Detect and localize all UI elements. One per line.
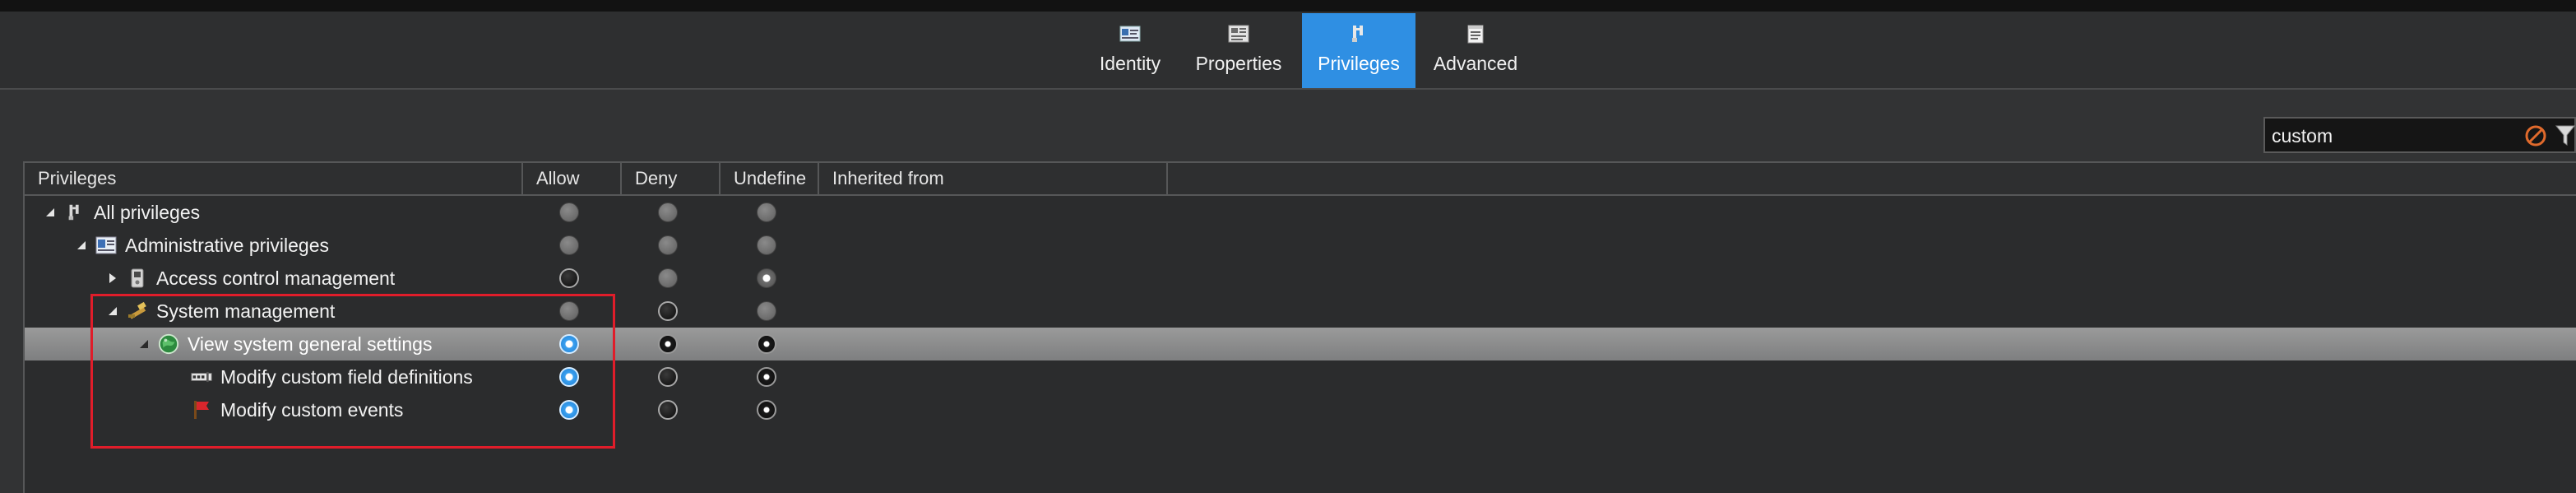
deny-radio[interactable] bbox=[658, 367, 678, 387]
clear-icon[interactable] bbox=[2523, 123, 2548, 148]
privilege-row-administrative-privileges[interactable]: Administrative privileges bbox=[25, 229, 2576, 262]
allow-radio[interactable] bbox=[559, 301, 579, 321]
column-header-privileges[interactable]: Privileges bbox=[25, 163, 523, 194]
privilege-row-view-system-general-settings[interactable]: View system general settings bbox=[25, 328, 2576, 360]
search-input[interactable] bbox=[2270, 122, 2520, 150]
column-header-allow[interactable]: Allow bbox=[523, 163, 622, 194]
privileges-grid: Privileges Allow Deny Undefine Inherited… bbox=[23, 161, 2576, 493]
privilege-label: View system general settings bbox=[188, 333, 433, 355]
expanded-arrow-icon[interactable] bbox=[105, 304, 120, 319]
flag-icon bbox=[191, 399, 212, 421]
undefined-radio[interactable] bbox=[757, 334, 776, 354]
allow-radio[interactable] bbox=[559, 400, 579, 420]
allow-radio[interactable] bbox=[559, 334, 579, 354]
privilege-row-all-privileges[interactable]: All privileges bbox=[25, 196, 2576, 229]
search-box bbox=[2263, 117, 2576, 153]
collapsed-arrow-icon[interactable] bbox=[105, 271, 120, 286]
globe-icon bbox=[158, 333, 179, 355]
deny-radio[interactable] bbox=[658, 202, 678, 222]
privilege-row-access-control-management[interactable]: Access control management bbox=[25, 262, 2576, 295]
tab-advanced[interactable]: Advanced bbox=[1425, 13, 1527, 88]
field-icon bbox=[191, 366, 212, 388]
admin-icon bbox=[95, 235, 117, 256]
tab-properties[interactable]: Properties bbox=[1184, 13, 1293, 88]
undefined-radio[interactable] bbox=[757, 202, 776, 222]
expanded-arrow-icon[interactable] bbox=[43, 205, 58, 220]
privilege-label: All privileges bbox=[94, 201, 201, 223]
allow-radio[interactable] bbox=[559, 268, 579, 288]
tab-label: Privileges bbox=[1318, 53, 1400, 74]
grid-header: Privileges Allow Deny Undefine Inherited… bbox=[25, 163, 2576, 196]
deny-radio[interactable] bbox=[658, 334, 678, 354]
column-header-deny[interactable]: Deny bbox=[622, 163, 720, 194]
properties-icon bbox=[1228, 25, 1249, 43]
window-top-strip bbox=[0, 0, 2576, 12]
allow-radio[interactable] bbox=[559, 367, 579, 387]
privilege-label: Modify custom field definitions bbox=[220, 365, 473, 388]
privilege-row-system-management[interactable]: System management bbox=[25, 295, 2576, 328]
tab-label: Identity bbox=[1099, 53, 1161, 74]
deny-radio[interactable] bbox=[658, 301, 678, 321]
deny-radio[interactable] bbox=[658, 268, 678, 288]
expanded-arrow-icon[interactable] bbox=[137, 337, 151, 351]
device-icon bbox=[127, 267, 148, 289]
deny-radio[interactable] bbox=[658, 400, 678, 420]
tab-identity[interactable]: Identity bbox=[1089, 13, 1171, 88]
privilege-row-modify-custom-field-definitions[interactable]: Modify custom field definitions bbox=[25, 360, 2576, 393]
tab-label: Advanced bbox=[1433, 53, 1518, 74]
tab-privileges[interactable]: Privileges bbox=[1302, 13, 1415, 88]
privilege-label: Modify custom events bbox=[220, 398, 404, 421]
tab-label: Properties bbox=[1195, 53, 1282, 74]
column-header-undefined[interactable]: Undefine bbox=[720, 163, 819, 194]
privileges-icon bbox=[64, 202, 86, 223]
deny-radio[interactable] bbox=[658, 235, 678, 255]
undefined-radio[interactable] bbox=[757, 367, 776, 387]
privilege-label: Administrative privileges bbox=[125, 234, 329, 256]
undefined-radio[interactable] bbox=[757, 268, 776, 288]
allow-radio[interactable] bbox=[559, 235, 579, 255]
privileges-icon bbox=[1348, 25, 1369, 43]
privilege-row-modify-custom-events[interactable]: Modify custom events bbox=[25, 393, 2576, 426]
notepad-icon bbox=[1465, 25, 1486, 44]
column-header-inherited-from[interactable]: Inherited from bbox=[819, 163, 1168, 194]
id-card-icon bbox=[1119, 25, 1141, 43]
tools-icon bbox=[127, 300, 148, 322]
undefined-radio[interactable] bbox=[757, 235, 776, 255]
privilege-label: Access control management bbox=[156, 267, 396, 289]
expanded-arrow-icon[interactable] bbox=[74, 238, 89, 253]
undefined-radio[interactable] bbox=[757, 400, 776, 420]
filter-icon[interactable] bbox=[2555, 123, 2576, 148]
undefined-radio[interactable] bbox=[757, 301, 776, 321]
tab-bar: Identity Properties Privileges Advanced bbox=[0, 12, 2576, 90]
allow-radio[interactable] bbox=[559, 202, 579, 222]
privilege-label: System management bbox=[156, 300, 336, 322]
